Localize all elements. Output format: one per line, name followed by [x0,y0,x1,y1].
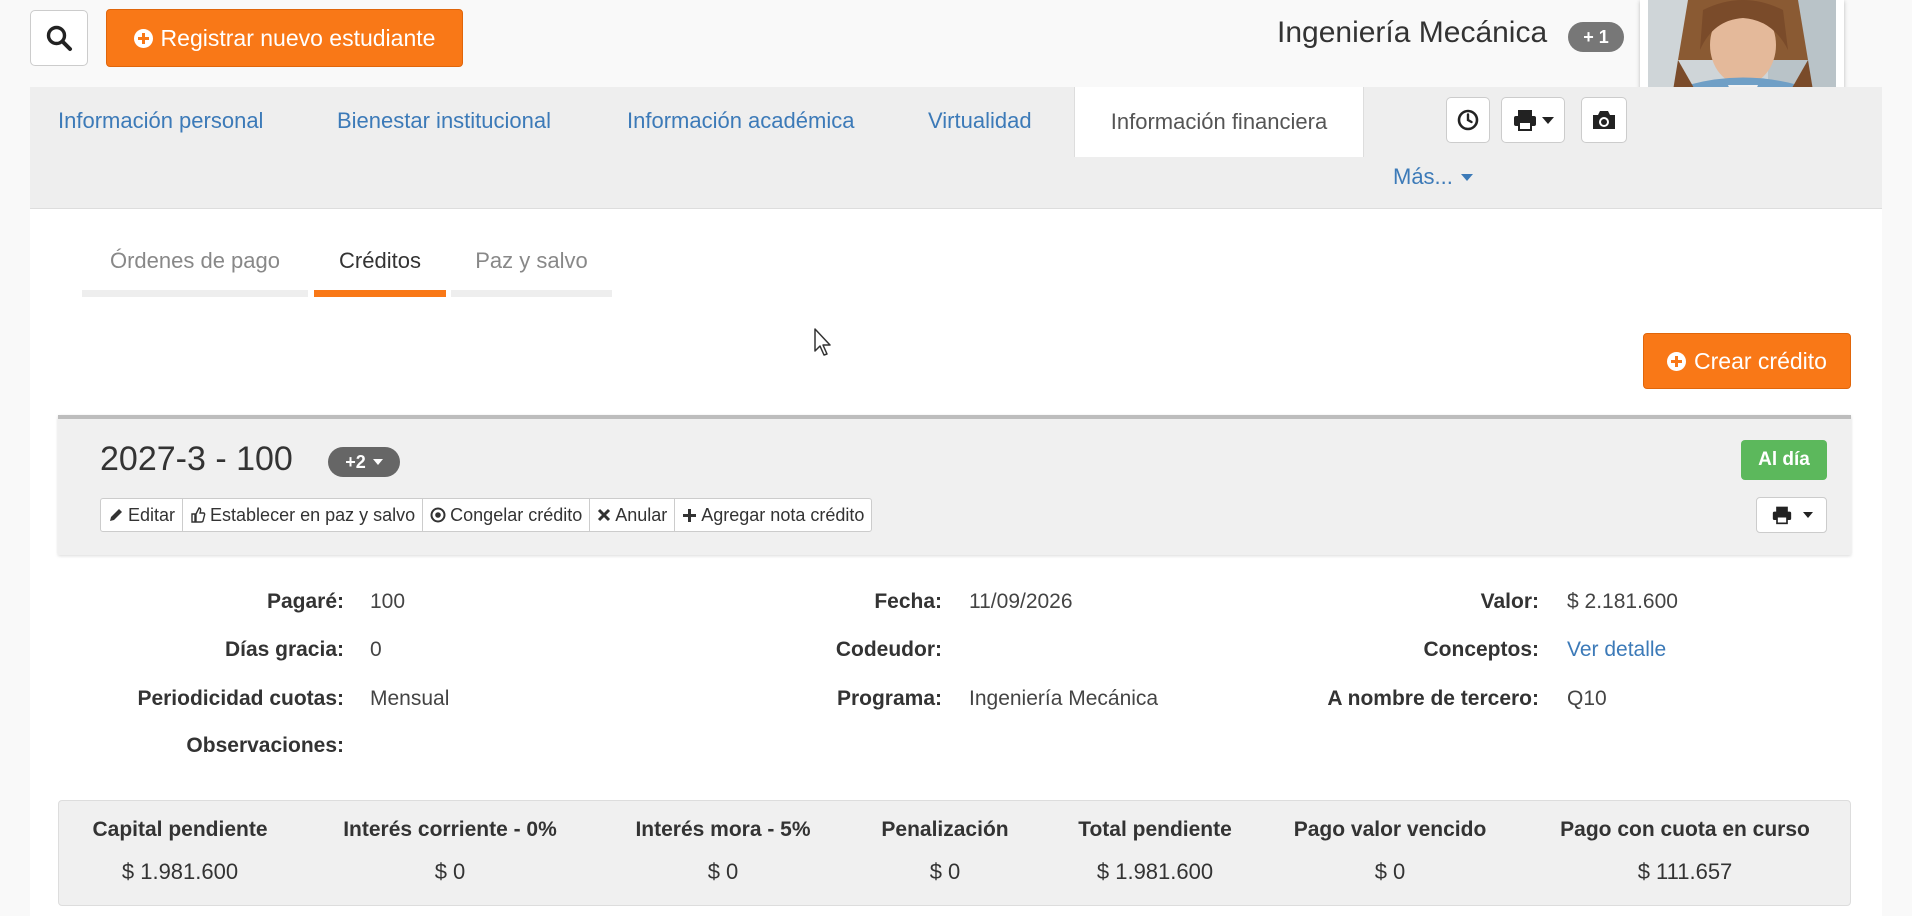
plus-icon [683,508,697,522]
subtab-underline-active [314,290,446,297]
freeze-credit-label: Congelar crédito [450,504,583,525]
detail-label-pagare: Pagaré: [266,590,344,613]
create-credit-label: Crear crédito [1694,347,1827,374]
chevron-down-icon [1802,512,1813,518]
more-tabs-dropdown[interactable]: Más... [1393,164,1473,190]
annul-label: Anular [615,504,668,525]
more-tabs-label: Más... [1393,164,1453,189]
create-credit-button[interactable]: Crear crédito [1643,333,1851,389]
summary-value-penalizacion: $ 0 [929,859,961,884]
detail-value-programa: Ingeniería Mecánica [969,687,1159,710]
ver-detalle-link[interactable]: Ver detalle [1567,638,1666,662]
summary-value-total: $ 1.981.600 [1096,859,1214,884]
record-icon [430,507,446,523]
summary-value-interes-mora: $ 0 [707,859,739,884]
pencil-icon [110,509,122,521]
summary-label-total: Total pendiente [1078,818,1232,841]
register-student-label: Registrar nuevo estudiante [160,24,436,51]
detail-value-dias-gracia: 0 [370,638,382,661]
clock-icon [1457,109,1479,131]
summary-label-penalizacion: Penalización [881,818,1009,841]
detail-label-tercero: A nombre de tercero: [1327,687,1539,710]
tab-bienestar-institucional[interactable]: Bienestar institucional [337,108,551,134]
plus-circle-icon [133,28,153,48]
detail-label-codeudor: Codeudor: [835,638,942,661]
freeze-credit-button[interactable]: Congelar crédito [423,499,591,531]
register-student-button[interactable]: Registrar nuevo estudiante [106,9,463,67]
edit-button[interactable]: Editar [101,499,184,531]
subtab-underline [82,290,308,297]
program-count-badge[interactable]: + 1 [1568,22,1624,52]
add-credit-note-label: Agregar nota crédito [701,504,865,525]
tab-informacion-financiera[interactable]: Información financiera [1074,87,1364,157]
close-icon [598,508,611,522]
thumbs-up-icon [191,507,206,523]
subtab-ordenes-de-pago[interactable]: Órdenes de pago [82,248,308,274]
printer-icon [1514,110,1536,131]
credit-title: 2027-3 - 100 [100,440,293,478]
detail-value-tercero: Q10 [1567,687,1607,710]
detail-value-periodicidad: Mensual [370,687,450,710]
set-paz-y-salvo-label: Establecer en paz y salvo [210,504,416,525]
credit-count-label: +2 [345,451,366,472]
annul-button[interactable]: Anular [590,499,676,531]
summary-label-interes-mora: Interés mora - 5% [635,818,811,841]
detail-value-pagare: 100 [370,590,406,613]
detail-label-periodicidad: Periodicidad cuotas: [137,687,344,710]
add-credit-note-button[interactable]: Agregar nota crédito [675,499,871,531]
search-icon [46,25,72,51]
summary-label-pago-vencido: Pago valor vencido [1293,818,1487,841]
chevron-down-icon [372,459,383,465]
summary-value-interes-corriente: $ 0 [434,859,466,884]
tab-virtualidad[interactable]: Virtualidad [928,108,1032,134]
detail-value-valor: $ 2.181.600 [1567,590,1678,613]
subtab-creditos[interactable]: Créditos [314,248,446,274]
camera-button[interactable] [1581,97,1627,143]
credit-summary [58,800,1851,906]
camera-icon [1593,111,1615,129]
search-button[interactable] [30,10,88,66]
tab-informacion-personal[interactable]: Información personal [58,108,263,134]
mouse-cursor-icon [814,328,831,356]
chevron-down-icon [1460,173,1473,181]
credit-actions-toolbar: Editar Establecer en paz y salvo Congela… [100,498,873,532]
printer-icon [1772,506,1791,525]
credit-card-header [58,415,1851,555]
tab-informacion-academica[interactable]: Información académica [627,108,854,134]
subtab-paz-y-salvo[interactable]: Paz y salvo [451,248,612,274]
detail-label-valor: Valor: [1480,590,1539,613]
set-paz-y-salvo-button[interactable]: Establecer en paz y salvo [183,499,424,531]
summary-value-capital: $ 1.981.600 [121,859,239,884]
status-badge: Al día [1741,440,1827,480]
summary-label-pago-cuota: Pago con cuota en curso [1560,818,1810,841]
plus-circle-icon [1667,351,1687,371]
summary-label-interes-corriente: Interés corriente - 0% [343,818,557,841]
summary-value-pago-vencido: $ 0 [1374,859,1406,884]
chevron-down-icon [1542,116,1554,124]
credit-print-dropdown[interactable] [1756,497,1827,533]
print-menu-button[interactable] [1501,97,1565,143]
summary-label-capital: Capital pendiente [92,818,268,841]
detail-value-fecha: 11/09/2026 [969,590,1073,613]
detail-label-programa: Programa: [836,687,942,710]
detail-label-fecha: Fecha: [874,590,942,613]
history-button[interactable] [1446,97,1490,143]
detail-label-dias-gracia: Días gracia: [224,638,344,661]
program-title: Ingeniería Mecánica [1277,16,1548,49]
credit-count-badge[interactable]: +2 [328,447,400,477]
summary-value-pago-cuota: $ 111.657 [1637,859,1733,884]
detail-label-observaciones: Observaciones: [186,734,344,757]
edit-label: Editar [128,504,176,525]
subtab-underline [451,290,612,297]
detail-label-conceptos: Conceptos: [1423,638,1540,661]
